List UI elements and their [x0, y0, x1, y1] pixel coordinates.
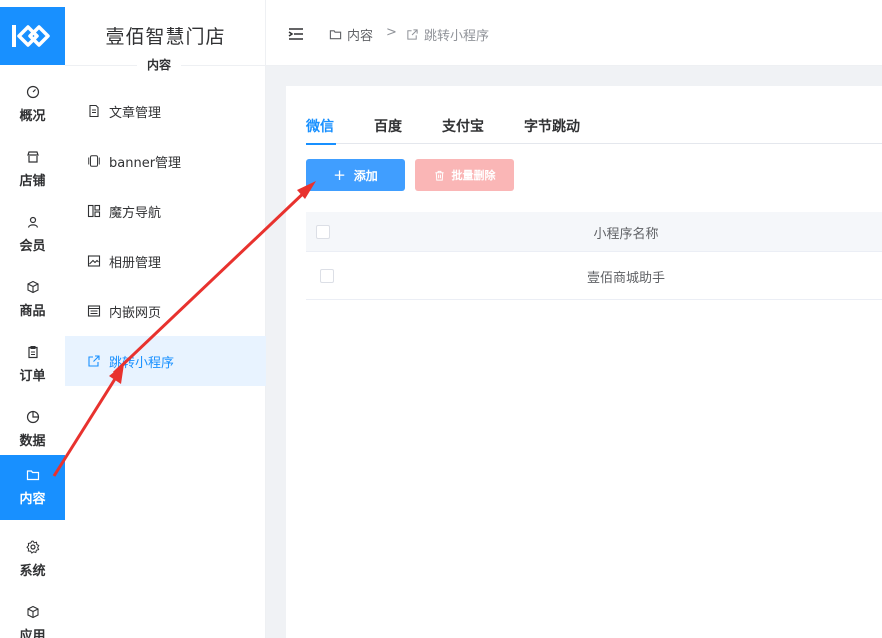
menu-item-cube-nav[interactable]: 魔方导航 — [65, 186, 266, 236]
rail-item-label: 内容 — [19, 492, 46, 507]
menu-item-jump-miniprogram[interactable]: 跳转小程序 — [65, 336, 266, 386]
menu-item-albums[interactable]: 相册管理 — [65, 236, 266, 286]
rail-item-label: 系统 — [19, 564, 46, 579]
layout-icon — [87, 204, 101, 218]
rail-item-system[interactable]: 系统 — [0, 527, 65, 592]
cube-icon — [26, 605, 39, 619]
tab-label: 微信 — [306, 119, 334, 135]
image-icon — [87, 255, 101, 267]
pie-chart-icon — [26, 410, 39, 424]
menu-item-label: banner管理 — [109, 155, 182, 171]
trash-icon — [434, 170, 444, 181]
table-row: 壹佰商城助手 — [306, 252, 882, 300]
platform-tabs: 微信 百度 支付宝 字节跳动 — [306, 116, 882, 145]
store-name: 壹佰智慧门店 — [105, 26, 226, 48]
logo-icon — [11, 25, 50, 47]
external-link-icon — [88, 355, 100, 367]
rail-item-label: 会员 — [19, 239, 46, 254]
rail-item-label: 应用 — [19, 629, 46, 638]
tab-label: 支付宝 — [442, 119, 484, 135]
rail-item-store[interactable]: 店铺 — [0, 137, 65, 202]
primary-nav-rail: 概况 店铺 会员 商品 订单 数据 内容 系统 应用 — [0, 0, 65, 638]
folder-icon — [26, 470, 39, 481]
breadcrumb-label: 跳转小程序 — [424, 29, 490, 44]
main-panel: 微信 百度 支付宝 字节跳动 + 添加 批量删除 小程序名称 壹佰商城助手 — [286, 86, 882, 638]
menu-item-label: 魔方导航 — [109, 205, 162, 221]
tab-bytedance[interactable]: 字节跳动 — [524, 116, 580, 144]
menu-item-articles[interactable]: 文章管理 — [65, 86, 266, 136]
tab-alipay[interactable]: 支付宝 — [442, 116, 484, 144]
tab-wechat[interactable]: 微信 — [306, 116, 336, 145]
app-logo[interactable] — [0, 7, 65, 65]
rail-item-data[interactable]: 数据 — [0, 397, 65, 462]
document-icon — [89, 104, 99, 118]
breadcrumb-item-current: 跳转小程序 — [406, 25, 489, 44]
rail-item-label: 订单 — [19, 369, 46, 384]
rail-item-members[interactable]: 会员 — [0, 202, 65, 267]
add-button-label: 添加 — [353, 168, 378, 183]
miniprogram-table: 小程序名称 壹佰商城助手 — [306, 212, 882, 300]
secondary-nav: 壹佰智慧门店 内容 文章管理 banner管理 魔方导航 相册管理 内嵌网页 跳… — [65, 0, 266, 638]
rail-item-apps[interactable]: 应用 — [0, 592, 65, 638]
section-label: 内容 — [137, 56, 182, 73]
rail-item-label: 店铺 — [19, 174, 46, 189]
browser-icon — [87, 305, 101, 317]
top-header: 内容 > 跳转小程序 — [266, 0, 882, 66]
column-header-name: 小程序名称 — [593, 227, 659, 242]
folder-icon — [329, 30, 342, 40]
menu-item-embedded-web[interactable]: 内嵌网页 — [65, 286, 266, 336]
carousel-icon — [88, 155, 100, 167]
tab-active-indicator — [306, 143, 336, 145]
tab-label: 百度 — [374, 119, 402, 135]
gauge-icon — [26, 85, 39, 99]
rail-item-orders[interactable]: 订单 — [0, 332, 65, 397]
menu-item-label: 文章管理 — [109, 105, 162, 121]
batch-delete-button[interactable]: 批量删除 — [415, 159, 514, 191]
menu-item-banner[interactable]: banner管理 — [65, 136, 266, 186]
rail-item-label: 商品 — [19, 304, 46, 319]
breadcrumb-item-content[interactable]: 内容 — [329, 25, 373, 44]
table-header: 小程序名称 — [306, 212, 882, 252]
tab-label: 字节跳动 — [524, 119, 580, 135]
menu-item-label: 内嵌网页 — [109, 305, 162, 321]
menu-toggle-icon[interactable] — [288, 27, 304, 41]
user-icon — [27, 216, 38, 228]
plus-icon: + — [333, 166, 346, 184]
box-icon — [26, 280, 39, 294]
breadcrumb-separator: > — [386, 25, 397, 40]
rail-item-label: 数据 — [19, 434, 46, 449]
gear-icon — [25, 540, 40, 554]
rail-item-content[interactable]: 内容 — [0, 455, 65, 520]
tab-baidu[interactable]: 百度 — [374, 116, 402, 144]
breadcrumb-label: 内容 — [347, 29, 374, 44]
rail-item-overview[interactable]: 概况 — [0, 72, 65, 137]
rail-item-products[interactable]: 商品 — [0, 267, 65, 332]
batch-delete-label: 批量删除 — [451, 169, 496, 182]
shop-icon — [26, 151, 39, 163]
menu-item-label: 跳转小程序 — [109, 355, 175, 371]
menu-item-label: 相册管理 — [109, 255, 162, 271]
add-button[interactable]: + 添加 — [306, 159, 405, 191]
table-cell-name: 壹佰商城助手 — [586, 271, 665, 286]
clipboard-icon — [27, 345, 38, 359]
rail-item-label: 概况 — [19, 109, 46, 124]
external-link-icon — [407, 29, 418, 40]
